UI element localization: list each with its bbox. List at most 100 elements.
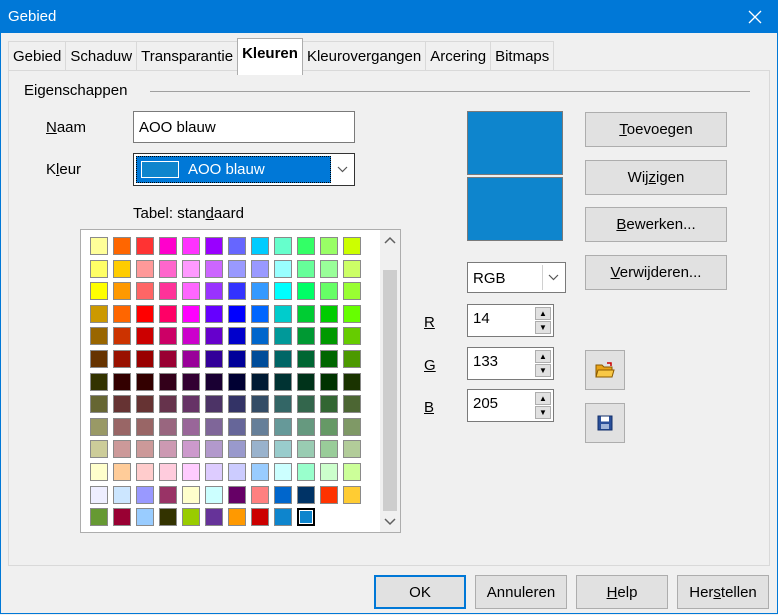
palette-swatch[interactable]	[182, 395, 200, 414]
palette-swatch[interactable]	[159, 327, 177, 346]
palette-swatch[interactable]	[90, 440, 108, 459]
palette-swatch[interactable]	[159, 259, 177, 278]
palette-swatch[interactable]	[343, 485, 361, 504]
palette-swatch[interactable]	[320, 395, 338, 414]
palette-swatch[interactable]	[251, 350, 269, 368]
palette-swatch[interactable]	[159, 508, 177, 527]
palette-swatch[interactable]	[205, 440, 223, 459]
palette-swatch[interactable]	[136, 417, 154, 436]
palette-swatch[interactable]	[320, 485, 338, 504]
palette-swatch[interactable]	[90, 304, 108, 323]
save-palette-button[interactable]	[585, 403, 625, 443]
palette-swatch[interactable]	[113, 463, 131, 481]
palette-swatch[interactable]	[90, 395, 108, 414]
palette-swatch[interactable]	[159, 282, 177, 301]
g-spinbox[interactable]: 133 ▲ ▼	[467, 347, 554, 380]
tab-schaduw[interactable]: Schaduw	[65, 41, 138, 70]
palette-swatch[interactable]	[136, 327, 154, 346]
palette-swatch[interactable]	[274, 237, 292, 255]
palette-swatch[interactable]	[297, 350, 315, 368]
palette-swatch[interactable]	[136, 259, 154, 278]
palette-swatch[interactable]	[90, 463, 108, 481]
palette-swatch[interactable]	[182, 508, 200, 527]
palette-swatch[interactable]	[343, 237, 361, 255]
palette-swatch[interactable]	[205, 508, 223, 527]
palette-swatch[interactable]	[159, 440, 177, 459]
palette-swatch[interactable]	[297, 327, 315, 346]
palette-swatch[interactable]	[205, 350, 223, 368]
palette-swatch[interactable]	[159, 237, 177, 255]
palette-swatch[interactable]	[90, 350, 108, 368]
palette-swatch[interactable]	[113, 440, 131, 459]
palette-swatch[interactable]	[251, 485, 269, 504]
palette-swatch[interactable]	[90, 417, 108, 436]
naam-input[interactable]: AOO blauw	[133, 111, 355, 143]
palette-swatch[interactable]	[297, 259, 315, 278]
palette-swatch[interactable]	[228, 372, 246, 391]
palette-swatch[interactable]	[297, 440, 315, 459]
palette-swatch[interactable]	[205, 485, 223, 504]
palette-swatch[interactable]	[182, 304, 200, 323]
palette-swatch[interactable]	[251, 282, 269, 301]
palette-swatch[interactable]	[113, 282, 131, 301]
palette-swatch[interactable]	[136, 508, 154, 527]
palette-swatch[interactable]	[297, 282, 315, 301]
palette-swatch[interactable]	[90, 259, 108, 278]
modify-button[interactable]: Wijzigen	[585, 160, 727, 195]
b-up-arrow[interactable]: ▲	[535, 392, 551, 405]
palette-swatch[interactable]	[136, 440, 154, 459]
palette-swatch[interactable]	[205, 417, 223, 436]
palette-swatch[interactable]	[205, 372, 223, 391]
tab-kleuren[interactable]: Kleuren	[237, 38, 303, 75]
palette-swatch[interactable]	[90, 327, 108, 346]
color-mode-arrow[interactable]	[542, 265, 563, 290]
palette-swatch[interactable]	[159, 350, 177, 368]
palette-swatch[interactable]	[297, 372, 315, 391]
reset-button[interactable]: Herstellen	[677, 575, 769, 609]
palette-swatch[interactable]	[205, 259, 223, 278]
scroll-up-icon[interactable]	[384, 236, 396, 244]
palette-swatch[interactable]	[274, 440, 292, 459]
palette-swatch[interactable]	[182, 485, 200, 504]
edit-button[interactable]: Bewerken...	[585, 207, 727, 242]
palette-swatch[interactable]	[320, 417, 338, 436]
palette-swatch[interactable]	[320, 259, 338, 278]
palette-swatch[interactable]	[251, 508, 269, 527]
palette-swatch[interactable]	[113, 395, 131, 414]
palette-swatch[interactable]	[159, 463, 177, 481]
tab-kleurovergangen[interactable]: Kleurovergangen	[301, 41, 427, 70]
palette-swatch[interactable]	[228, 350, 246, 368]
palette-swatch[interactable]	[274, 282, 292, 301]
palette-swatch[interactable]	[274, 372, 292, 391]
palette-swatch[interactable]	[205, 304, 223, 323]
palette-swatch[interactable]	[136, 463, 154, 481]
palette-swatch[interactable]	[274, 417, 292, 436]
palette-swatch[interactable]	[113, 485, 131, 504]
g-down-arrow[interactable]: ▼	[535, 364, 551, 377]
palette-swatch[interactable]	[274, 259, 292, 278]
palette-swatch[interactable]	[113, 304, 131, 323]
palette-swatch[interactable]	[205, 395, 223, 414]
palette-swatch[interactable]	[297, 395, 315, 414]
palette-swatch[interactable]	[205, 282, 223, 301]
palette-swatch[interactable]	[136, 372, 154, 391]
palette-swatch[interactable]	[182, 463, 200, 481]
palette-swatch[interactable]	[274, 508, 292, 527]
cancel-button[interactable]: Annuleren	[475, 575, 567, 609]
tab-arcering[interactable]: Arcering	[425, 41, 492, 70]
palette-swatch[interactable]	[297, 237, 315, 255]
palette-swatch[interactable]	[113, 327, 131, 346]
palette-swatch[interactable]	[274, 350, 292, 368]
delete-button[interactable]: Verwijderen...	[585, 255, 727, 290]
palette-scroll-thumb[interactable]	[383, 270, 397, 511]
palette-swatch[interactable]	[90, 372, 108, 391]
palette-swatch[interactable]	[343, 463, 361, 481]
palette-swatch[interactable]	[159, 417, 177, 436]
palette-swatch[interactable]	[228, 395, 246, 414]
palette-swatch[interactable]	[251, 440, 269, 459]
palette-swatch[interactable]	[136, 304, 154, 323]
palette-swatch[interactable]	[136, 282, 154, 301]
kleur-dropdown-arrow[interactable]	[332, 156, 352, 183]
palette-swatch[interactable]	[90, 508, 108, 527]
palette-swatch[interactable]	[182, 327, 200, 346]
